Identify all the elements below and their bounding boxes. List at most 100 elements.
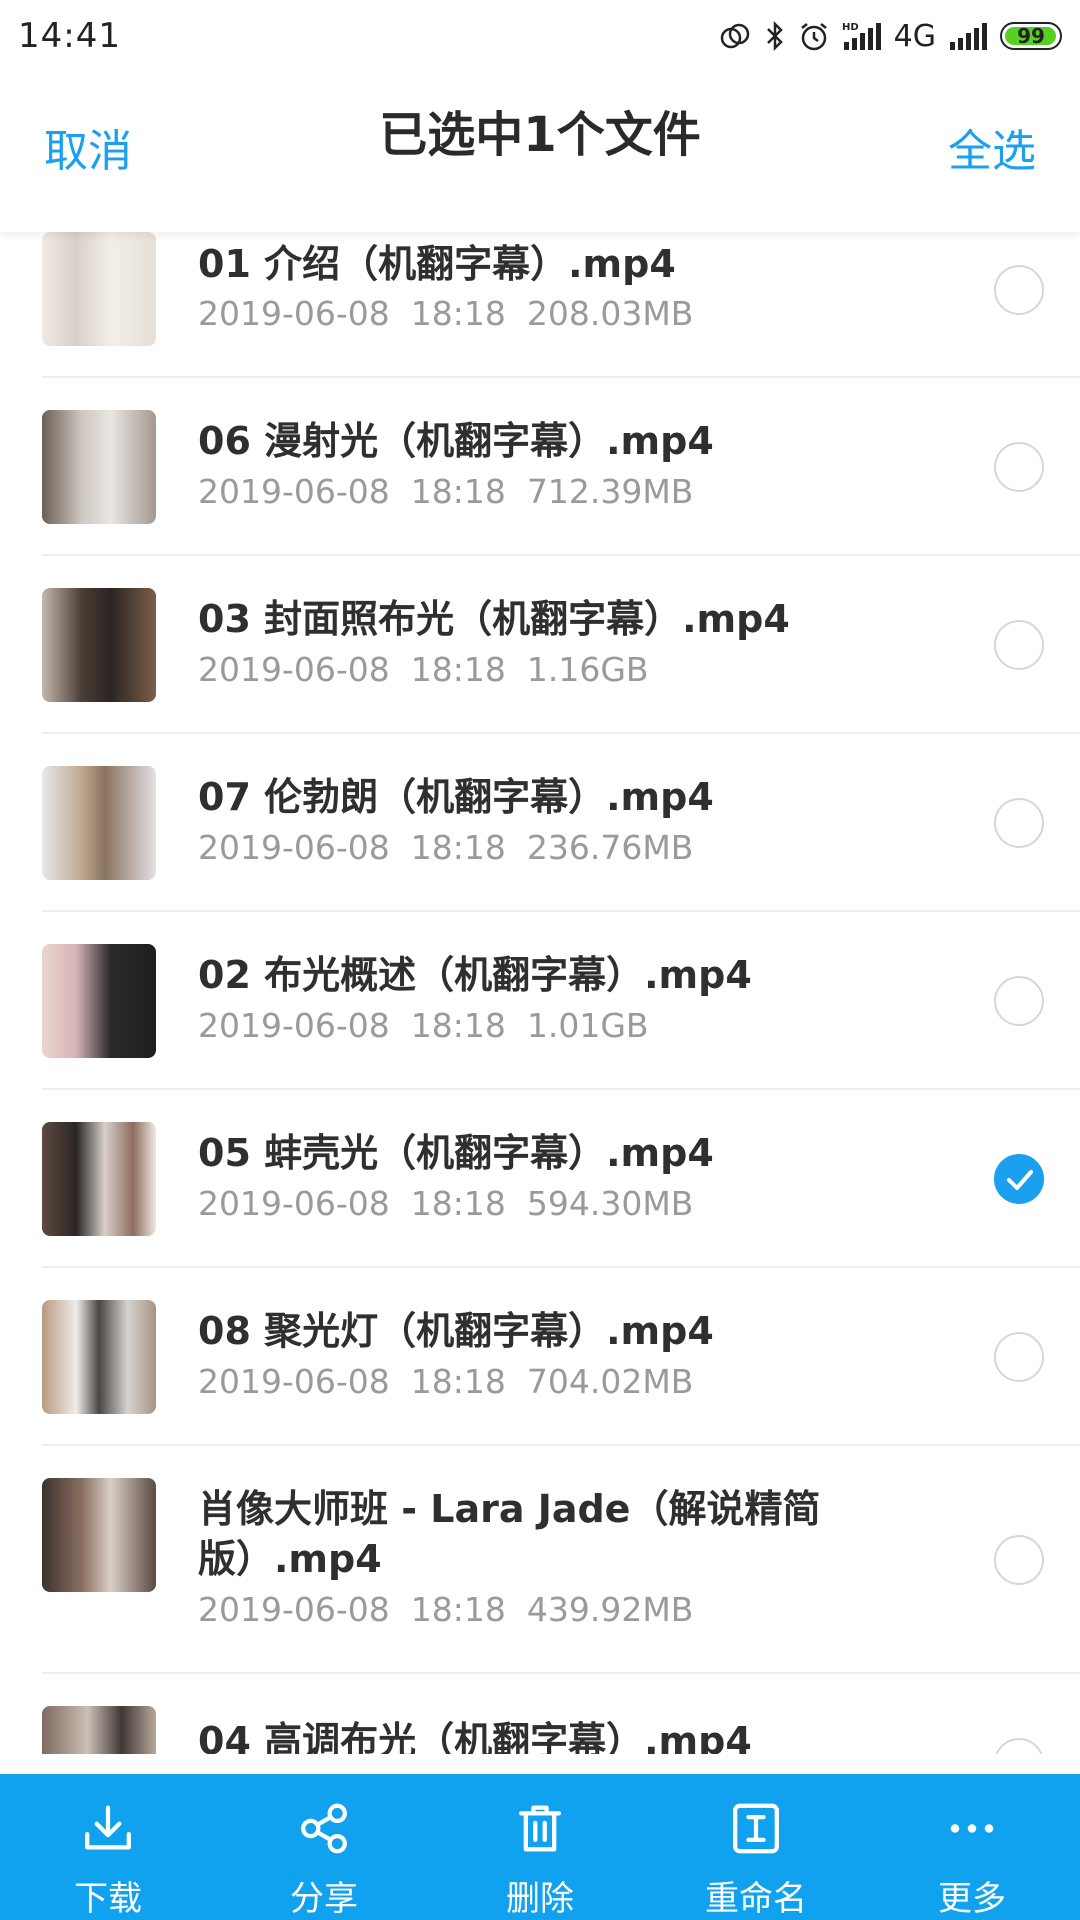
file-meta: 2019-06-08 18:18 712.39MB [198, 470, 693, 514]
signal-icon [948, 20, 988, 52]
check-icon [1007, 1170, 1033, 1190]
rename-button[interactable]: 重命名 [648, 1774, 864, 1920]
file-time: 18:18 [410, 1590, 506, 1629]
file-meta: 2019-06-08 18:18 594.30MB [198, 1182, 693, 1226]
file-meta: 2019-06-08 18:18 704.02MB [198, 1360, 693, 1404]
video-thumbnail [42, 232, 156, 346]
file-list[interactable]: 01 介绍（机翻字幕）.mp4 2019-06-08 18:18 208.03M… [0, 232, 1080, 1754]
file-name: 01 介绍（机翻字幕）.mp4 [198, 242, 676, 286]
file-date: 2019-06-08 [198, 650, 390, 689]
file-size: 594.30MB [526, 1184, 694, 1223]
file-size: 1.01GB [526, 1006, 649, 1045]
link-icon [718, 21, 752, 51]
file-name: 08 聚光灯（机翻字幕）.mp4 [198, 1309, 714, 1353]
file-time: 18:18 [410, 472, 506, 511]
video-thumbnail [42, 944, 156, 1058]
select-all-button[interactable]: 全选 [948, 72, 1036, 232]
video-thumbnail [42, 1706, 156, 1754]
list-item[interactable]: 01 介绍（机翻字幕）.mp4 2019-06-08 18:18 208.03M… [0, 232, 1080, 378]
bottom-toolbar: 下载 分享 删除 重命名 更多 [0, 1774, 1080, 1920]
select-radio[interactable] [994, 976, 1044, 1026]
file-date: 2019-06-08 [198, 1590, 390, 1629]
file-date: 2019-06-08 [198, 828, 390, 867]
video-thumbnail [42, 1300, 156, 1414]
file-meta: 2019-06-08 18:18 236.76MB [198, 826, 693, 870]
list-item[interactable]: 02 布光概述（机翻字幕）.mp4 2019-06-08 18:18 1.01G… [0, 912, 1080, 1090]
delete-button[interactable]: 删除 [432, 1774, 648, 1920]
hd-signal-icon: HD [842, 20, 882, 52]
list-item[interactable]: 04 高调布光（机翻字幕）.mp4 [0, 1674, 1080, 1754]
status-bar: 14:41 HD 4G 99 [0, 0, 1080, 72]
file-time: 18:18 [410, 650, 506, 689]
file-time: 18:18 [410, 828, 506, 867]
select-radio[interactable] [994, 442, 1044, 492]
file-name: 07 伦勃朗（机翻字幕）.mp4 [198, 775, 714, 819]
download-icon [85, 1805, 131, 1850]
list-item[interactable]: 05 蚌壳光（机翻字幕）.mp4 2019-06-08 18:18 594.30… [0, 1090, 1080, 1268]
more-button[interactable]: 更多 [864, 1774, 1080, 1920]
file-time: 18:18 [410, 294, 506, 333]
select-radio[interactable] [994, 1332, 1044, 1382]
selection-header: 取消 已选中1个文件 全选 [0, 72, 1080, 232]
video-thumbnail [42, 588, 156, 702]
list-item[interactable]: 06 漫射光（机翻字幕）.mp4 2019-06-08 18:18 712.39… [0, 378, 1080, 556]
file-time: 18:18 [410, 1362, 506, 1401]
alarm-icon [798, 20, 830, 52]
file-size: 236.76MB [526, 828, 694, 867]
file-size: 439.92MB [526, 1590, 694, 1629]
rename-icon [733, 1803, 779, 1854]
select-radio[interactable] [994, 798, 1044, 848]
video-thumbnail [42, 766, 156, 880]
battery-level: 99 [1017, 24, 1045, 48]
file-name: 02 布光概述（机翻字幕）.mp4 [198, 953, 752, 997]
list-item[interactable]: 07 伦勃朗（机翻字幕）.mp4 2019-06-08 18:18 236.76… [0, 734, 1080, 912]
file-meta: 2019-06-08 18:18 1.01GB [198, 1004, 649, 1048]
file-name: 04 高调布光（机翻字幕）.mp4 [198, 1719, 752, 1754]
file-size: 208.03MB [526, 294, 694, 333]
file-time: 18:18 [410, 1006, 506, 1045]
file-meta: 2019-06-08 18:18 1.16GB [198, 648, 649, 692]
file-meta: 2019-06-08 18:18 439.92MB [198, 1588, 693, 1632]
video-thumbnail [42, 1122, 156, 1236]
rename-label: 重命名 [705, 1879, 807, 1919]
file-name: 肖像大师班 - Lara Jade（解说精简版）.mp4 [198, 1487, 821, 1581]
select-radio[interactable] [994, 265, 1044, 315]
file-meta: 2019-06-08 18:18 208.03MB [198, 292, 693, 336]
share-button[interactable]: 分享 [216, 1774, 432, 1920]
file-date: 2019-06-08 [198, 1184, 390, 1223]
page-title: 已选中1个文件 [379, 107, 701, 163]
file-size: 704.02MB [526, 1362, 694, 1401]
list-item[interactable]: 03 封面照布光（机翻字幕）.mp4 2019-06-08 18:18 1.16… [0, 556, 1080, 734]
select-radio[interactable] [994, 1738, 1044, 1754]
video-thumbnail [42, 410, 156, 524]
file-date: 2019-06-08 [198, 294, 390, 333]
list-item[interactable]: 肖像大师班 - Lara Jade（解说精简版）.mp4 2019-06-08 … [0, 1446, 1080, 1674]
battery-icon: 99 [1000, 22, 1062, 50]
svg-text:HD: HD [842, 22, 859, 33]
file-date: 2019-06-08 [198, 472, 390, 511]
file-name: 06 漫射光（机翻字幕）.mp4 [198, 419, 714, 463]
file-date: 2019-06-08 [198, 1362, 390, 1401]
more-icon [950, 1824, 994, 1833]
share-label: 分享 [290, 1879, 358, 1919]
list-item[interactable]: 08 聚光灯（机翻字幕）.mp4 2019-06-08 18:18 704.02… [0, 1268, 1080, 1446]
download-button[interactable]: 下载 [0, 1774, 216, 1920]
file-size: 712.39MB [526, 472, 694, 511]
more-label: 更多 [938, 1879, 1006, 1919]
status-icons: HD 4G 99 [718, 19, 1062, 54]
file-time: 18:18 [410, 1184, 506, 1223]
file-name: 03 封面照布光（机翻字幕）.mp4 [198, 597, 790, 641]
share-icon [301, 1803, 347, 1854]
delete-label: 删除 [506, 1879, 574, 1919]
status-time: 14:41 [18, 16, 121, 56]
download-label: 下载 [74, 1879, 142, 1919]
trash-icon [518, 1805, 562, 1852]
file-size: 1.16GB [526, 650, 649, 689]
select-radio[interactable] [994, 620, 1044, 670]
file-date: 2019-06-08 [198, 1006, 390, 1045]
select-radio-checked[interactable] [994, 1154, 1044, 1204]
video-thumbnail [42, 1478, 156, 1592]
bluetooth-icon [764, 20, 786, 52]
network-type: 4G [893, 18, 936, 54]
select-radio[interactable] [994, 1535, 1044, 1585]
